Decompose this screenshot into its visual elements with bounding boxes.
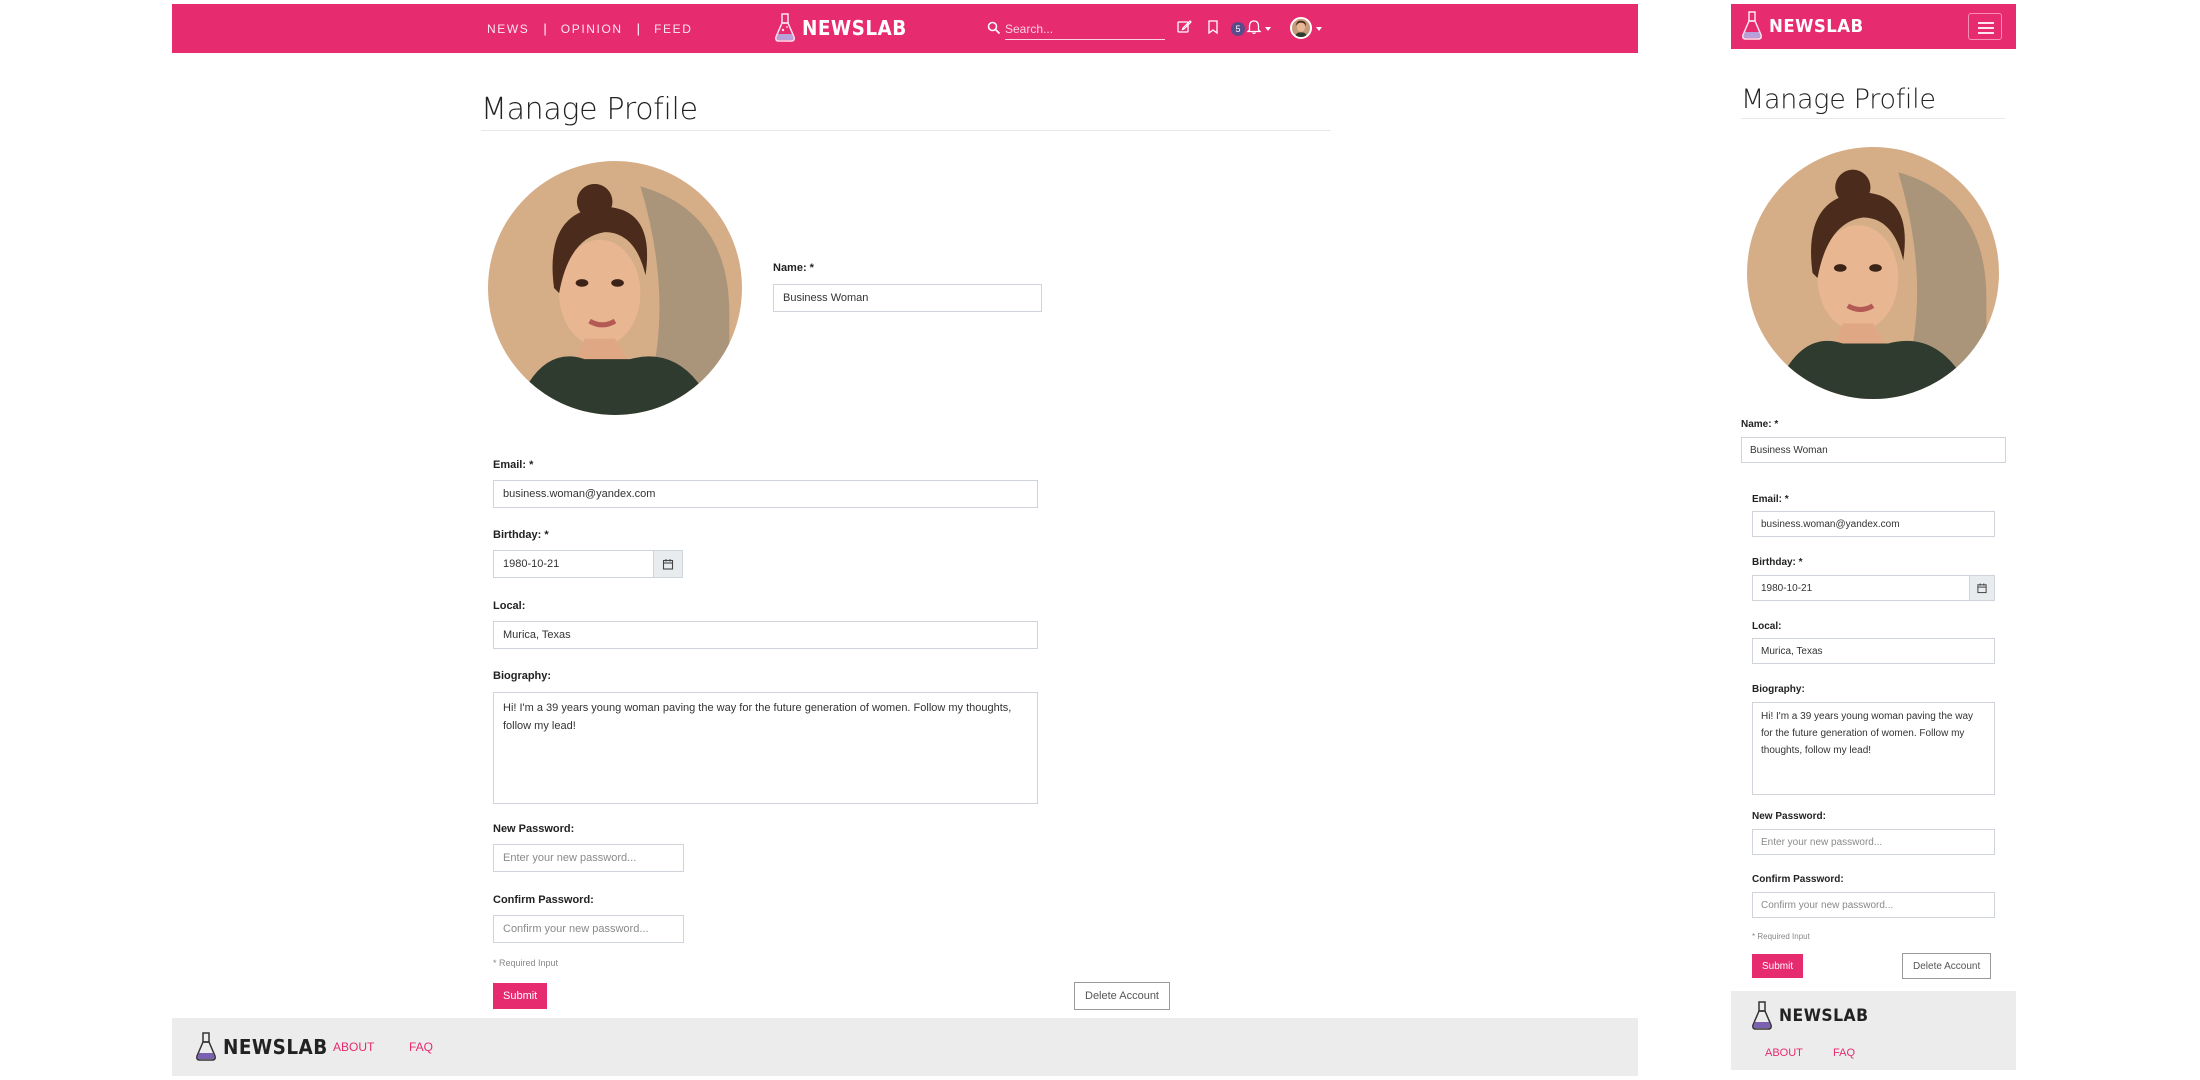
user-avatar[interactable]	[1290, 17, 1312, 39]
biography-label: Biography:	[493, 670, 552, 682]
email-label: Email: *	[1752, 494, 1789, 505]
biography-label: Biography:	[1752, 684, 1805, 695]
calendar-button[interactable]	[653, 550, 683, 578]
biography-textarea[interactable]: Hi! I'm a 39 years young woman paving th…	[1752, 702, 1995, 795]
footer-link-faq[interactable]: FAQ	[409, 1040, 433, 1054]
flask-logo-icon	[1752, 1001, 1772, 1030]
footer-wordmark: NEWSLAB	[1779, 1006, 1869, 1026]
calendar-icon	[662, 559, 674, 570]
brand-wordmark: NEWSLAB	[802, 16, 907, 40]
flask-logo-icon	[1742, 11, 1762, 40]
nav-link-news[interactable]: NEWS	[487, 22, 529, 36]
footer-link-faq[interactable]: FAQ	[1833, 1047, 1855, 1059]
nav-link-opinion[interactable]: OPINION	[561, 22, 623, 36]
bookmark-icon[interactable]	[1204, 18, 1222, 36]
birthday-input[interactable]	[493, 550, 654, 578]
footer-logo[interactable]: NEWSLAB	[195, 1032, 337, 1062]
name-input[interactable]	[1741, 437, 2006, 463]
birthday-label: Birthday: *	[1752, 557, 1803, 568]
new-password-label: New Password:	[1752, 811, 1826, 822]
name-label: Name: *	[1741, 419, 1779, 430]
local-input[interactable]	[1752, 638, 1995, 664]
menu-icon	[1978, 27, 1994, 29]
chevron-down-icon[interactable]	[1265, 27, 1271, 31]
local-label: Local:	[493, 600, 526, 612]
title-divider	[481, 130, 1331, 131]
footer: NEWSLAB ABOUT FAQ	[1731, 991, 2016, 1070]
local-input[interactable]	[493, 621, 1038, 649]
page-title: Manage Profile	[1741, 84, 1936, 115]
email-label: Email: *	[493, 459, 534, 471]
calendar-button[interactable]	[1969, 575, 1995, 601]
delete-account-button[interactable]: Delete Account	[1074, 982, 1170, 1010]
menu-icon	[1978, 22, 1994, 24]
search-icon	[987, 21, 1001, 35]
bell-icon[interactable]	[1245, 18, 1263, 36]
new-password-input[interactable]	[493, 844, 684, 872]
nav-link-feed[interactable]: FEED	[654, 22, 692, 36]
biography-textarea[interactable]: Hi! I'm a 39 years young woman paving th…	[493, 692, 1038, 804]
chevron-down-icon[interactable]	[1316, 27, 1322, 31]
nav-search	[987, 18, 1167, 40]
top-navbar: NEWS | OPINION | FEED NEWSLAB Search... …	[172, 4, 1638, 53]
flask-logo-icon	[196, 1032, 216, 1061]
nav-separator: |	[636, 21, 641, 36]
mobile-navbar: NEWSLAB	[1731, 4, 2016, 49]
footer-link-about[interactable]: ABOUT	[333, 1040, 374, 1054]
brand-wordmark: NEWSLAB	[1769, 15, 1864, 37]
menu-icon	[1978, 32, 1994, 34]
menu-toggle-button[interactable]	[1968, 13, 2002, 40]
footer-logo[interactable]: NEWSLAB	[1751, 1001, 1876, 1031]
new-password-input[interactable]	[1752, 829, 1995, 855]
delete-account-button[interactable]: Delete Account	[1902, 953, 1992, 979]
title-divider	[1741, 118, 2005, 119]
nav-links: NEWS | OPINION | FEED	[487, 4, 692, 53]
nav-separator: |	[543, 21, 547, 36]
desktop-view: NEWS | OPINION | FEED NEWSLAB Search... …	[172, 4, 1638, 1076]
required-note: * Required Input	[493, 958, 559, 968]
profile-photo[interactable]	[1747, 147, 1999, 399]
submit-button[interactable]: Submit	[1752, 954, 1804, 978]
confirm-password-label: Confirm Password:	[1752, 874, 1844, 885]
name-input[interactable]	[773, 284, 1042, 312]
submit-button[interactable]: Submit	[493, 983, 548, 1009]
name-label: Name: *	[773, 262, 814, 274]
search-input[interactable]	[1005, 18, 1165, 40]
birthday-input[interactable]	[1752, 575, 1970, 601]
footer-link-about[interactable]: ABOUT	[1765, 1047, 1803, 1059]
local-label: Local:	[1752, 621, 1782, 632]
footer: NEWSLAB ABOUT FAQ	[172, 1018, 1638, 1076]
edit-icon[interactable]	[1175, 18, 1193, 36]
confirm-password-input[interactable]	[493, 915, 684, 943]
profile-photo[interactable]	[488, 161, 742, 415]
footer-wordmark: NEWSLAB	[223, 1035, 328, 1059]
email-input[interactable]	[1752, 511, 1995, 537]
notification-count-badge: 5	[1231, 22, 1245, 36]
birthday-label: Birthday: *	[493, 529, 549, 541]
confirm-password-label: Confirm Password:	[493, 894, 594, 906]
new-password-label: New Password:	[493, 823, 575, 835]
required-note: * Required Input	[1752, 932, 1810, 941]
email-input[interactable]	[493, 480, 1038, 508]
flask-logo-icon	[775, 13, 795, 42]
calendar-icon	[1977, 583, 1987, 594]
page-title: Manage Profile	[481, 92, 698, 127]
brand-logo[interactable]: NEWSLAB	[774, 13, 916, 43]
confirm-password-input[interactable]	[1752, 892, 1995, 918]
mobile-view: NEWSLAB Manage Profile Name: * Email: * …	[1731, 4, 2016, 1070]
brand-logo[interactable]: NEWSLAB	[1741, 11, 1872, 41]
